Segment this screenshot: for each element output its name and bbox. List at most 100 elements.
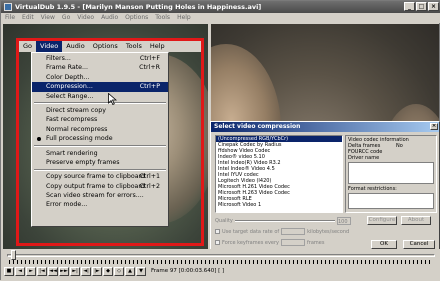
menu-item-label: Copy output frame to clipboard	[46, 182, 145, 190]
maximize-button[interactable]: □	[416, 2, 427, 11]
menu-item-smart-rendering[interactable]: Smart rendering	[32, 149, 168, 158]
play-output-button[interactable]: ►	[26, 267, 36, 276]
radio-dot-icon	[37, 137, 41, 142]
menu-item-scan-errors[interactable]: Scan video stream for errors....	[32, 191, 168, 200]
minimize-button[interactable]: _	[404, 2, 415, 11]
dialog-title-bar: Select video compression ×	[211, 122, 439, 132]
menu-audio[interactable]: Audio	[62, 41, 88, 52]
menu-tools[interactable]: Tools	[155, 13, 170, 23]
codec-item[interactable]: Microsoft Video 1	[216, 202, 342, 208]
scene-back-button[interactable]: ◆	[103, 267, 113, 276]
menu-item-fast-recompress[interactable]: Fast recompress	[32, 115, 168, 124]
menu-item-select-range[interactable]: Select Range...	[32, 92, 168, 101]
menu-item-label: Color Depth...	[46, 73, 90, 81]
target-data-rate-unit: kilobytes/second	[307, 229, 350, 235]
menu-item-copy-source-frame[interactable]: Copy source frame to clipboard Ctrl+1	[32, 172, 168, 181]
menu-item-direct-stream-copy[interactable]: Direct stream copy	[32, 106, 168, 115]
next-keyframe-button[interactable]: |►	[92, 267, 102, 276]
menu-options[interactable]: Options	[89, 41, 122, 52]
menu-item-label: Error mode...	[46, 201, 88, 209]
stop-button[interactable]: ■	[4, 267, 14, 276]
prev-keyframe-button[interactable]: ◄|	[81, 267, 91, 276]
cancel-button[interactable]: Cancel	[403, 240, 435, 249]
menu-item-label: Full processing mode	[46, 135, 113, 143]
menu-item-color-depth[interactable]: Color Depth...	[32, 73, 168, 82]
menu-item-shortcut: Ctrl+P	[139, 83, 160, 91]
app-menubar: File Edit View Go Video Audio Options To…	[1, 13, 440, 23]
menu-item-label: Compression...	[46, 83, 93, 91]
window-controls: _ □ ×	[404, 2, 439, 11]
menu-item-label: Copy source frame to clipboard	[46, 173, 146, 181]
format-restrictions-box	[348, 193, 434, 209]
codec-info-panel: Video codec information Delta frames No F…	[345, 135, 437, 213]
transport-buttons: ■ ◄ ► |◄ ◄◄ ►► ►| ◄| |► ◆ ◇ ▲ ▼	[4, 267, 146, 276]
configure-button[interactable]: Configure	[367, 216, 397, 225]
menu-item-copy-output-frame[interactable]: Copy output frame to clipboard Ctrl+2	[32, 182, 168, 191]
target-data-rate-checkbox[interactable]	[215, 229, 220, 234]
menu-item-compression[interactable]: Compression... Ctrl+P	[32, 82, 168, 92]
menu-help[interactable]: Help	[177, 13, 191, 23]
target-data-rate-label: Use target data rate of	[222, 229, 280, 235]
forward-button[interactable]: ►►	[59, 267, 69, 276]
menu-video[interactable]: Video	[77, 13, 94, 23]
title-bar: VirtualDub 1.9.5 - [Marilyn Manson Putti…	[1, 1, 440, 13]
video-menu-dropdown: Filters... Ctrl+F Frame Rate... Ctrl+R Col…	[31, 52, 169, 227]
timeline-ticks	[9, 260, 433, 264]
back-button[interactable]: ◄◄	[48, 267, 58, 276]
close-button[interactable]: ×	[428, 2, 439, 11]
menu-item-full-processing-mode[interactable]: Full processing mode	[32, 134, 168, 143]
target-data-rate-input[interactable]	[281, 228, 306, 235]
select-video-compression-dialog: Select video compression × (Uncompressed…	[210, 121, 440, 257]
menu-view[interactable]: View	[41, 13, 55, 23]
mark-out-button[interactable]: ▼	[136, 267, 146, 276]
menu-item-label: Preserve empty frames	[46, 158, 120, 166]
timeline-bar: ■ ◄ ► |◄ ◄◄ ►► ►| ◄| |► ◆ ◇ ▲ ▼ Frame 97…	[1, 249, 440, 281]
ok-button[interactable]: OK	[371, 240, 397, 249]
menu-go[interactable]: Go	[19, 41, 36, 52]
quality-slider[interactable]	[235, 220, 335, 222]
virtualdub-window: VirtualDub 1.9.5 - [Marilyn Manson Putti…	[0, 0, 440, 281]
menu-help[interactable]: Help	[146, 41, 169, 52]
menu-item-shortcut: Ctrl+2	[139, 182, 161, 190]
dialog-close-button[interactable]: ×	[430, 123, 438, 130]
position-thumb[interactable]	[11, 250, 16, 260]
frame-status: Frame 97 [0:00:03.640] [ ]	[151, 268, 225, 274]
menu-options[interactable]: Options	[125, 13, 148, 23]
menu-item-label: Select Range...	[46, 92, 94, 100]
menu-item-frame-rate[interactable]: Frame Rate... Ctrl+R	[32, 63, 168, 72]
menu-video[interactable]: Video	[36, 41, 63, 52]
menu-file[interactable]: File	[5, 13, 15, 23]
menu-audio[interactable]: Audio	[101, 13, 118, 23]
keyframe-checkbox[interactable]	[215, 240, 220, 245]
menu-edit[interactable]: Edit	[22, 13, 34, 23]
menu-go[interactable]: Go	[62, 13, 70, 23]
menu-separator	[34, 145, 166, 148]
go-start-button[interactable]: |◄	[37, 267, 47, 276]
menu-item-label: Smart rendering	[46, 149, 98, 157]
menu-item-filters[interactable]: Filters... Ctrl+F	[32, 54, 168, 63]
menu-tools[interactable]: Tools	[122, 41, 146, 52]
codec-list[interactable]: (Uncompressed RGB/YCbCr) Cinepak Codec b…	[215, 135, 343, 213]
menu-item-error-mode[interactable]: Error mode...	[32, 200, 168, 209]
menu-item-normal-recompress[interactable]: Normal recompress	[32, 125, 168, 134]
menu-item-preserve-empty-frames[interactable]: Preserve empty frames	[32, 158, 168, 167]
keyframe-input[interactable]	[281, 239, 306, 246]
about-button[interactable]: About	[401, 216, 431, 225]
keyframe-unit: frames	[307, 240, 325, 246]
mouse-cursor-icon	[108, 93, 117, 105]
target-data-rate-row: Use target data rate of kilobytes/second	[215, 228, 349, 236]
go-end-button[interactable]: ►|	[70, 267, 80, 276]
menu-item-label: Fast recompress	[46, 116, 98, 124]
menu-separator	[34, 168, 166, 171]
scene-forward-button[interactable]: ◇	[114, 267, 124, 276]
menu-item-shortcut: Ctrl+F	[139, 55, 160, 62]
dialog-title: Select video compression	[214, 123, 301, 130]
mark-in-button[interactable]: ▲	[125, 267, 135, 276]
menu-item-label: Filters...	[46, 55, 71, 62]
play-input-button[interactable]: ◄	[15, 267, 25, 276]
position-track[interactable]	[7, 254, 435, 257]
format-restrictions-label: Format restrictions:	[348, 186, 397, 192]
menu-item-shortcut: Ctrl+1	[139, 173, 161, 181]
zoomed-menubar: Go Video Audio Options Tools Help	[19, 41, 201, 52]
keyframe-label: Force keyframes every	[222, 240, 280, 246]
